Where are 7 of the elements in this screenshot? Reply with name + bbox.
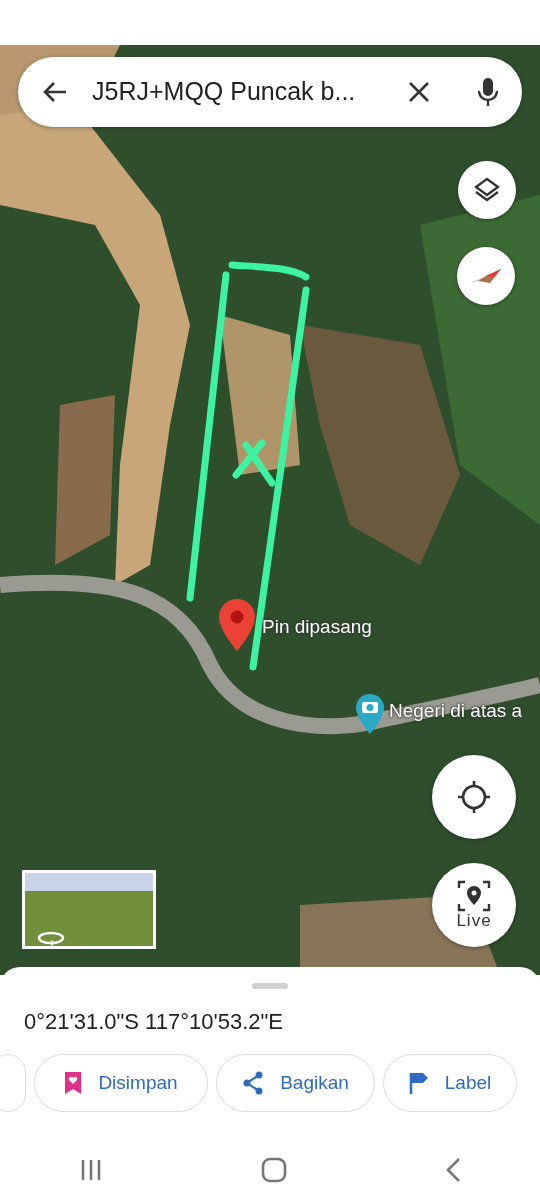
coordinates-text: 0°21'31.0"S 117°10'53.2"E [23,1008,284,1036]
share-button[interactable]: Bagikan [216,1054,375,1112]
map-place-label[interactable]: Pin dipasang [262,613,372,642]
saved-button[interactable]: Disimpan [34,1054,208,1112]
search-bar[interactable]: J5RJ+MQQ Puncak b... [18,57,522,127]
search-text: J5RJ+MQQ Puncak b... [92,76,356,108]
label-button[interactable]: Label [383,1054,517,1112]
